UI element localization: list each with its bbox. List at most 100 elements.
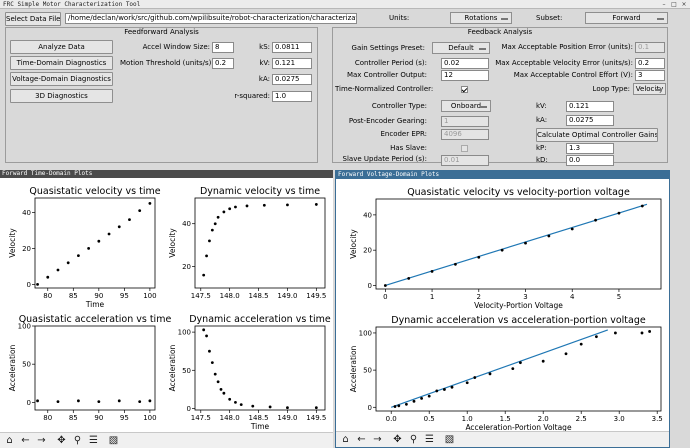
dyn-accel-time-title: Dynamic acceleration vs time — [189, 314, 331, 325]
dyn-accel-voltage-x-tick-label: 3.5 — [652, 415, 663, 423]
dyn-accel-voltage-y-tick-label: 100 — [359, 329, 372, 337]
dyn-accel-time-y-label: Acceleration — [168, 344, 177, 391]
max-velocity-error-input[interactable]: 0.2 — [635, 58, 665, 69]
qs-accel-time-x-tick-label: 100 — [143, 414, 156, 422]
zoom-icon[interactable]: ⚲ — [407, 433, 420, 446]
fb-ka-input[interactable]: 0.0275 — [566, 115, 614, 126]
qs-accel-time-data-point — [77, 399, 80, 403]
pan-icon[interactable]: ✥ — [391, 433, 404, 446]
encoder-epr-input[interactable]: 4096 — [441, 129, 489, 140]
dyn-accel-voltage-data-point — [412, 399, 416, 403]
dyn-accel-time-data-point — [251, 404, 255, 408]
dyn-velocity-time-data-point — [213, 222, 217, 226]
kv-value: 0.121 — [272, 58, 312, 69]
time-domain-diagnostics-button[interactable]: Time-Domain Diagnostics — [10, 56, 113, 70]
post-encoder-label: Post-Encoder Gearing: — [348, 117, 427, 125]
loop-type-label: Loop Type: — [592, 85, 630, 93]
units-dropdown[interactable]: Rotations — [450, 12, 512, 24]
gain-preset-dropdown[interactable]: Default — [432, 42, 490, 54]
dyn-accel-voltage-x-tick-label: 0.5 — [424, 415, 435, 423]
motion-threshold-input[interactable]: 0.2 — [212, 58, 234, 69]
subset-dropdown[interactable]: Forward — [585, 12, 668, 24]
dropdown-indicator-icon — [501, 18, 508, 20]
select-data-file-button[interactable]: Select Data File — [5, 12, 61, 26]
qs-velocity-time-data-point — [97, 239, 101, 243]
qs-velocity-time-data-point — [36, 283, 39, 286]
qs-accel-time-data-point — [138, 400, 142, 403]
dyn-accel-voltage-data-point — [397, 404, 401, 408]
file-path-field[interactable]: /home/declan/work/src/github.com/wpilibs… — [65, 13, 357, 24]
qs-velocity-voltage-y-tick-label: 20 — [363, 247, 372, 255]
qs-accel-time-x-tick-label: 85 — [69, 414, 78, 422]
dyn-accel-voltage-x-tick-label: 3.0 — [614, 415, 625, 423]
home-icon[interactable]: ⌂ — [339, 433, 352, 446]
qs-velocity-voltage-data-point — [430, 269, 434, 273]
forward-arrow-icon[interactable]: → — [35, 434, 48, 447]
qs-accel-time-x-tick-label: 80 — [43, 414, 52, 422]
close-icon[interactable]: × — [680, 1, 688, 8]
controller-type-dropdown[interactable]: Onboard — [441, 100, 491, 112]
dyn-accel-time-data-point — [208, 349, 211, 353]
post-encoder-input[interactable]: 1 — [441, 116, 489, 127]
max-output-label: Max Controller Output: — [346, 71, 427, 79]
qs-velocity-time-data-point — [77, 254, 80, 257]
dyn-accel-voltage-data-point — [488, 372, 492, 376]
qs-velocity-voltage-y-label: Velocity — [349, 229, 358, 259]
qs-accel-time-title: Quasistatic acceleration vs time — [19, 314, 172, 325]
maximize-icon[interactable]: □ — [670, 1, 678, 8]
home-icon[interactable]: ⌂ — [3, 434, 16, 447]
configure-subplots-icon[interactable]: ☰ — [87, 434, 100, 447]
dyn-velocity-time-data-point — [286, 203, 289, 207]
accel-window-input[interactable]: 8 — [212, 42, 234, 53]
dyn-accel-voltage-data-point — [473, 376, 477, 379]
qs-velocity-time-y-tick-label: 40 — [22, 209, 31, 217]
calculate-gains-button[interactable]: Calculate Optimal Controller Gains — [536, 128, 658, 142]
qs-accel-time-x-tick-label: 95 — [120, 414, 129, 422]
save-icon[interactable]: ▧ — [443, 433, 456, 446]
save-icon[interactable]: ▧ — [107, 434, 120, 447]
3d-diagnostics-button[interactable]: 3D Diagnostics — [10, 89, 113, 103]
configure-subplots-icon[interactable]: ☰ — [423, 433, 436, 446]
voltage-domain-diagnostics-button[interactable]: Voltage-Domain Diagnostics — [10, 72, 113, 86]
dyn-accel-time-y-tick-label: 100 — [178, 329, 191, 337]
zoom-icon[interactable]: ⚲ — [71, 434, 84, 447]
dyn-accel-time-x-tick-label: 147.5 — [191, 414, 211, 422]
dyn-velocity-time-x-tick-label: 149.0 — [277, 292, 297, 300]
time-normalized-checkbox[interactable] — [461, 86, 468, 93]
qs-velocity-time-title: Quasistatic velocity vs time — [29, 186, 160, 197]
qs-velocity-time-x-tick-label: 85 — [69, 292, 78, 300]
max-control-effort-input[interactable]: 3 — [635, 70, 665, 81]
dyn-accel-time-data-point — [205, 334, 208, 338]
r-squared-value: 1.0 — [272, 91, 312, 102]
dyn-accel-time-data-point — [228, 397, 232, 401]
ks-label: kS: — [259, 43, 270, 51]
dyn-velocity-time-x-tick-label: 148.0 — [220, 292, 240, 300]
minimize-icon[interactable]: – — [660, 1, 668, 8]
time-normalized-label: Time-Normalized Controller: — [335, 85, 434, 93]
fb-kv-input[interactable]: 0.121 — [566, 101, 614, 112]
max-position-error-input[interactable]: 0.1 — [635, 42, 665, 53]
fb-ka-label: kA: — [536, 116, 548, 124]
kv-label: kV: — [259, 59, 270, 67]
slave-period-input[interactable]: 0.01 — [441, 155, 489, 166]
analyze-data-button[interactable]: Analyze Data — [10, 40, 113, 54]
back-arrow-icon[interactable]: ← — [19, 434, 32, 447]
dropdown-indicator-icon — [479, 48, 486, 50]
pan-icon[interactable]: ✥ — [55, 434, 68, 447]
dyn-velocity-time-data-point — [222, 210, 226, 214]
forward-arrow-icon[interactable]: → — [371, 433, 384, 446]
qs-accel-time-data-point — [148, 399, 152, 403]
dyn-accel-time-data-point — [268, 405, 272, 409]
qs-accel-time-data-point — [117, 399, 121, 403]
loop-type-dropdown[interactable]: Velocity — [633, 83, 666, 95]
has-slave-checkbox[interactable] — [461, 145, 468, 152]
window-divider — [333, 170, 335, 448]
dyn-accel-time-data-point — [286, 406, 289, 410]
dyn-accel-voltage-x-tick-label: 0.0 — [386, 415, 397, 423]
back-arrow-icon[interactable]: ← — [355, 433, 368, 446]
dyn-velocity-time-data-point — [202, 273, 206, 277]
controller-period-input[interactable]: 0.02 — [441, 58, 489, 69]
max-output-input[interactable]: 12 — [441, 70, 489, 81]
controller-type-label: Controller Type: — [371, 102, 427, 110]
qs-velocity-voltage-data-point — [407, 277, 411, 280]
